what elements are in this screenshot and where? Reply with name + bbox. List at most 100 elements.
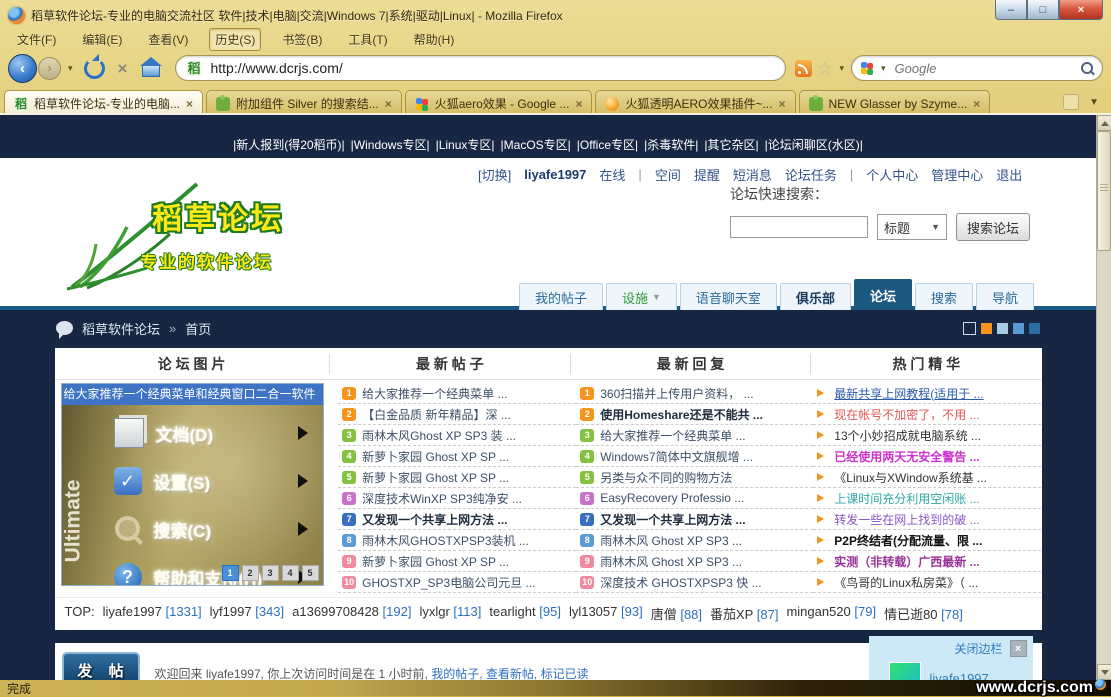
menu-item-1[interactable]: 编辑(E) [77,29,127,50]
hot-digest-7[interactable]: P2P终结者(分配流量、限 ... [813,530,1041,551]
image-page-3[interactable]: 3 [262,565,279,581]
poster-name[interactable]: 情已逝80 [884,607,937,622]
hot-digest-2[interactable]: 13个小妙招成就电脑系统 ... [813,425,1041,446]
latest-reply-3[interactable]: 4Windows7简体中文旗舰增 ... [576,446,813,467]
userbar-link2-0[interactable]: 个人中心 [866,165,918,184]
site-nav-link-3[interactable]: |MacOS专区| [501,136,571,153]
poster-name[interactable]: 唐僧 [651,607,677,622]
tab-overflow-icon[interactable] [1063,94,1079,110]
switch-user-link[interactable]: [切换] [478,165,511,184]
post-title-link[interactable]: GHOSTXP_SP3电脑公司元旦 ... [362,574,568,591]
search-input[interactable] [893,60,1076,77]
search-icon[interactable] [1081,62,1093,74]
back-button[interactable]: ‹ [8,54,37,83]
breadcrumb-page[interactable]: 首页 [185,319,211,338]
sidebar-username[interactable]: liyafe1997 [930,671,989,681]
post-title-link[interactable]: 另类与众不同的购物方法 [600,469,805,486]
latest-post-5[interactable]: 6深度技术WinXP SP3纯净安 ... [338,488,576,509]
post-title-link[interactable]: 又发现一个共享上网方法 ... [600,511,805,528]
latest-reply-4[interactable]: 5另类与众不同的购物方法 [576,467,813,488]
hot-digest-3[interactable]: 已经使用两天无安全警告 ... [813,446,1041,467]
url-input[interactable] [208,59,775,77]
tab-close-icon[interactable]: × [973,98,980,110]
layout-square-0[interactable] [963,322,976,335]
post-title-link[interactable]: 深度技术WinXP SP3纯净安 ... [362,490,568,507]
layout-square-1[interactable] [981,323,992,334]
latest-post-0[interactable]: 1给大家推荐一个经典菜单 ... [338,383,576,404]
latest-post-3[interactable]: 4新萝卜家园 Ghost XP SP ... [338,446,576,467]
site-nav-link-6[interactable]: |其它杂区| [704,136,758,153]
search-engine-dropdown-icon[interactable]: ▾ [881,63,886,74]
close-sidebar-link[interactable]: 关闭边栏 [954,640,1002,657]
post-title-link[interactable]: 给大家推荐一个经典菜单 ... [600,427,805,444]
latest-reply-7[interactable]: 8雨林木风 Ghost XP SP3 ... [576,530,813,551]
forum-tab-3[interactable]: 俱乐部 [780,283,851,310]
userbar-link-3[interactable]: 论坛任务 [785,165,837,184]
forum-tab-0[interactable]: 我的帖子 [519,283,603,310]
post-title-link[interactable]: 360扫描并上传用户资料， ... [600,385,805,402]
breadcrumb-site[interactable]: 稻草软件论坛 [82,319,160,338]
poster-name[interactable]: 番茄XP [710,607,753,622]
post-title-link[interactable]: 新萝卜家园 Ghost XP SP ... [362,469,568,486]
hot-digest-4[interactable]: 《Linux与XWindow系统基 ... [813,467,1041,488]
scroll-up-icon[interactable] [1097,115,1111,131]
userbar-link-2[interactable]: 短消息 [733,165,772,184]
image-page-1[interactable]: 1 [222,565,239,581]
scroll-down-icon[interactable] [1097,664,1111,680]
bookmark-star-icon[interactable]: ☆ [817,60,832,77]
post-title-link[interactable]: 【白金品质 新年精品】深 ... [362,406,568,423]
post-title-link[interactable]: 《Linux与XWindow系统基 ... [834,469,1033,486]
latest-post-6[interactable]: 7又发现一个共享上网方法 ... [338,509,576,530]
latest-reply-0[interactable]: 1360扫描并上传用户资料， ... [576,383,813,404]
latest-post-4[interactable]: 5新萝卜家园 Ghost XP SP ... [338,467,576,488]
forum-tab-4[interactable]: 论坛 [854,279,912,310]
latest-reply-8[interactable]: 9雨林木风 Ghost XP SP3 ... [576,551,813,572]
poster-name[interactable]: lyl13057 [569,604,617,619]
poster-name[interactable]: liyafe1997 [103,604,162,619]
welcome-link-2[interactable]: 标记已读 [541,667,589,680]
hot-digest-0[interactable]: 最新共享上网教程(适用于 ... [813,383,1041,404]
scrollbar-thumb[interactable] [1097,131,1111,251]
bookmark-dropdown-icon[interactable]: ▾ [839,63,844,74]
layout-square-4[interactable] [1029,323,1040,334]
forum-tab-6[interactable]: 导航 [976,283,1034,310]
post-title-link[interactable]: 使用Homeshare还是不能共 ... [600,406,805,423]
site-nav-link-1[interactable]: |Windows专区| [351,136,430,153]
site-nav-link-5[interactable]: |杀毒软件| [644,136,698,153]
post-title-link[interactable]: 雨林木风Ghost XP SP3 装 ... [362,427,568,444]
menu-item-3[interactable]: 历史(S) [209,28,261,51]
poster-name[interactable]: mingan520 [786,604,850,619]
rss-icon[interactable] [795,60,812,77]
post-title-link[interactable]: 《鸟哥的Linux私房菜》（ ... [834,574,1033,591]
post-title-link[interactable]: 雨林木风 Ghost XP SP3 ... [600,532,805,549]
post-title-link[interactable]: 新萝卜家园 Ghost XP SP ... [362,448,568,465]
image-page-5[interactable]: 5 [302,565,319,581]
tab-close-icon[interactable]: × [186,98,193,110]
forward-button[interactable]: › [38,57,61,80]
site-nav-link-0[interactable]: |新人报到(得20稻币)| [233,136,345,153]
post-title-link[interactable]: 转发一些在网上找到的破 ... [834,511,1033,528]
latest-reply-2[interactable]: 3给大家推荐一个经典菜单 ... [576,425,813,446]
latest-post-2[interactable]: 3雨林木风Ghost XP SP3 装 ... [338,425,576,446]
post-title-link[interactable]: P2P终结者(分配流量、限 ... [834,532,1033,549]
post-title-link[interactable]: 新萝卜家园 Ghost XP SP ... [362,553,568,570]
menu-item-0[interactable]: 文件(F) [12,29,61,50]
latest-post-9[interactable]: 10GHOSTXP_SP3电脑公司元旦 ... [338,572,576,593]
userbar-link-1[interactable]: 提醒 [694,165,720,184]
post-title-link[interactable]: 雨林木风GHOSTXPSP3装机 ... [362,532,568,549]
new-post-button[interactable]: 发 帖 [62,652,140,680]
latest-reply-5[interactable]: 6EasyRecovery Professio ... [576,488,813,509]
tab-close-icon[interactable]: × [385,98,392,110]
hot-digest-6[interactable]: 转发一些在网上找到的破 ... [813,509,1041,530]
layout-square-2[interactable] [997,323,1008,334]
hot-digest-8[interactable]: 实测（非转载）广西最新 ... [813,551,1041,572]
post-title-link[interactable]: 上课时间充分利用空闲账 ... [834,490,1033,507]
search-forum-button[interactable]: 搜索论坛 [956,213,1030,241]
userbar-link2-1[interactable]: 管理中心 [931,165,983,184]
forum-tab-1[interactable]: 设施▼ [606,283,677,310]
latest-post-7[interactable]: 8雨林木风GHOSTXPSP3装机 ... [338,530,576,551]
post-title-link[interactable]: 13个小妙招成就电脑系统 ... [834,427,1033,444]
image-page-4[interactable]: 4 [282,565,299,581]
menu-item-5[interactable]: 工具(T) [343,29,392,50]
post-title-link[interactable]: Windows7简体中文旗舰增 ... [600,448,805,465]
